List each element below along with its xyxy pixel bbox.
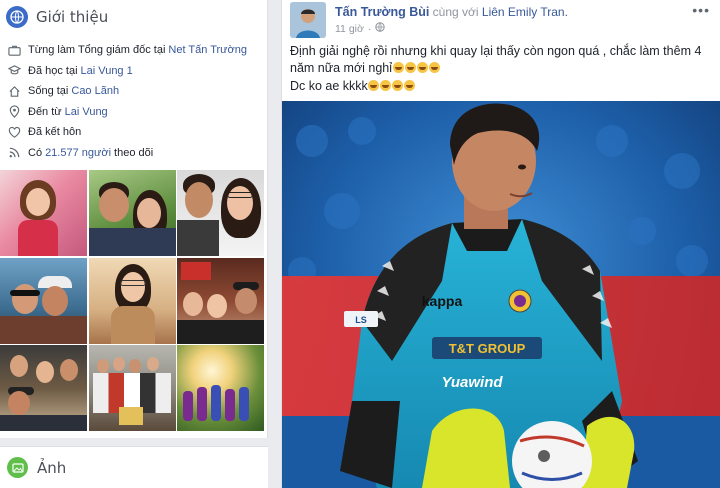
home-icon [7, 84, 21, 98]
city-link[interactable]: Cao Lãnh [71, 85, 119, 97]
intro-item-label: Sống tại [28, 85, 69, 98]
followers-link[interactable]: 21.577 người [45, 147, 111, 159]
school-link[interactable]: Lai Vung 1 [81, 65, 133, 77]
intro-item-work: Từng làm Tổng giám đốc tại Net Tấn Trườn… [0, 40, 267, 61]
photos-section-header[interactable]: Ảnh [0, 446, 268, 488]
tagged-person-link[interactable]: Liên Emily Tran. [482, 5, 568, 19]
separator: · [367, 22, 372, 35]
graduation-cap-icon [7, 64, 21, 78]
post-line-2-text: Dc ko ae kkkk [290, 79, 368, 93]
location-pin-icon [7, 105, 21, 119]
svg-text:LS: LS [355, 315, 367, 325]
photos-section-title: Ảnh [37, 458, 67, 477]
heart-icon [7, 125, 21, 139]
public-globe-icon[interactable] [375, 22, 386, 35]
intro-item-from: Đến từ Lai Vung [0, 102, 267, 123]
photo-thumbnail[interactable] [0, 345, 87, 431]
photo-thumbnail[interactable] [177, 170, 264, 256]
intro-item-education: Đã học tại Lai Vung 1 [0, 61, 267, 82]
intro-item-label: Đã kết hôn [28, 126, 82, 139]
intro-item-label: Có [28, 146, 43, 159]
avatar[interactable] [290, 2, 326, 38]
photo-thumbnail[interactable] [0, 170, 87, 256]
intro-item-label: Đến từ [28, 105, 62, 118]
briefcase-icon [7, 43, 21, 57]
intro-item-lives-in: Sống tại Cao Lãnh [0, 81, 267, 102]
post-line-1-text: Định giải nghệ rồi nhưng khi quay lại th… [290, 44, 702, 75]
photo-thumbnail[interactable] [177, 257, 264, 344]
photo-thumbnail[interactable] [177, 345, 264, 431]
globe-icon [6, 6, 28, 28]
post-line-1: Định giải nghệ rồi nhưng khi quay lại th… [290, 43, 710, 77]
post-photo[interactable]: LS kappa T&T GROUP Yuawind [282, 101, 720, 488]
intro-card: Giới thiệu Từng làm Tổng giám đốc tại Ne… [0, 0, 268, 438]
with-text: cùng với [432, 5, 479, 19]
grinning-emoji-icon [368, 79, 416, 93]
photo-thumbnail[interactable] [88, 345, 176, 431]
post-meta: 11 giờ · [335, 22, 386, 35]
rss-feed-icon [7, 146, 21, 160]
photo-thumbnail[interactable] [88, 257, 176, 344]
post-header: Tấn Trường Bùi cùng với Liên Emily Tran. [335, 5, 568, 19]
intro-header: Giới thiệu [0, 0, 267, 34]
intro-list: Từng làm Tổng giám đốc tại Net Tấn Trườn… [0, 34, 267, 163]
photo-grid [0, 170, 264, 431]
work-link[interactable]: Net Tấn Trường [168, 44, 247, 56]
jersey-sponsor-text: Yuawind [441, 374, 503, 391]
post-card: Tấn Trường Bùi cùng với Liên Emily Tran.… [281, 0, 720, 488]
post-timestamp-link[interactable]: 11 giờ [335, 23, 364, 35]
post-author-link[interactable]: Tấn Trường Bùi [335, 5, 429, 19]
photos-icon [7, 457, 28, 478]
svg-text:kappa: kappa [422, 293, 463, 309]
more-options-button[interactable]: ••• [692, 2, 710, 18]
intro-item-label: Từng làm Tổng giám đốc tại [28, 44, 166, 57]
post-line-2: Dc ko ae kkkk [290, 78, 710, 95]
photo-thumbnail[interactable] [88, 170, 176, 256]
laughing-emoji-icon [392, 61, 440, 75]
jersey-brand-text: T&T GROUP [449, 341, 526, 356]
hometown-link[interactable]: Lai Vung [65, 106, 108, 118]
intro-item-followers: Có 21.577 người theo dõi [0, 143, 267, 164]
intro-item-relationship: Đã kết hôn [0, 122, 267, 143]
intro-item-suffix: theo dõi [114, 146, 154, 159]
photo-thumbnail[interactable] [0, 257, 87, 344]
post-text: Định giải nghệ rồi nhưng khi quay lại th… [290, 43, 710, 96]
intro-item-label: Đã học tại [28, 64, 78, 77]
intro-title: Giới thiệu [36, 8, 109, 26]
